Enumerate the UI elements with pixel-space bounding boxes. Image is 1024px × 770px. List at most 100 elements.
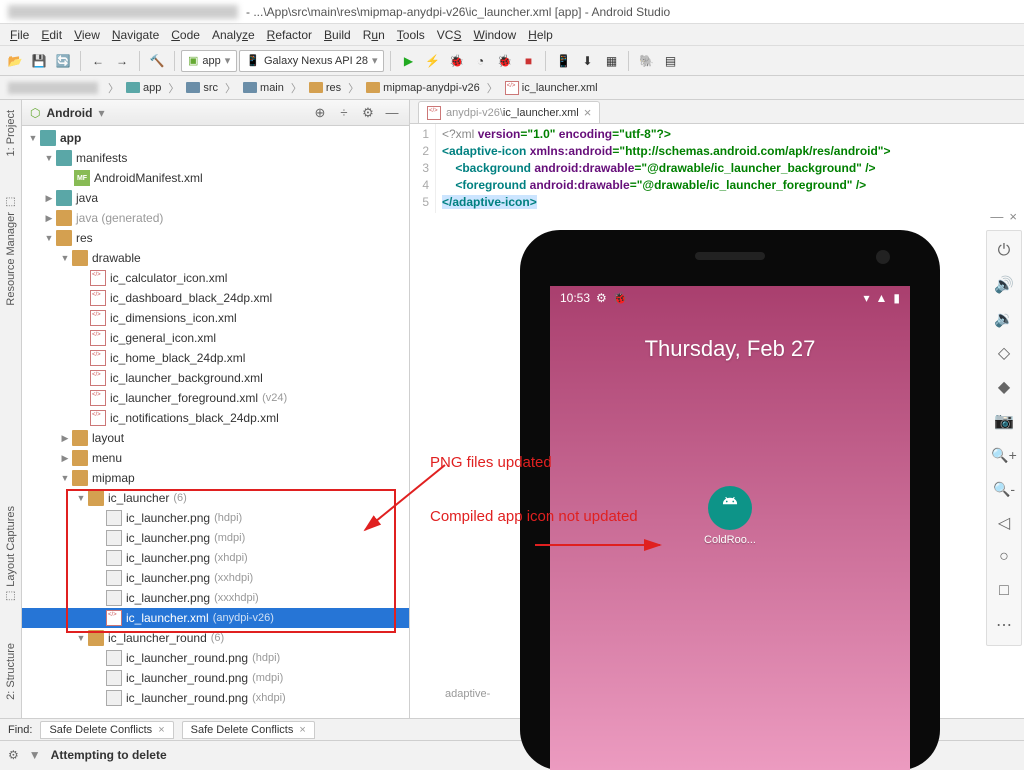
bc-app[interactable]: app	[123, 81, 164, 95]
stop-icon[interactable]: ■	[517, 50, 539, 72]
tree-drawable-file[interactable]: ic_calculator_icon.xml	[22, 268, 409, 288]
menu-run[interactable]: Run	[359, 26, 389, 44]
layout-inspector-icon[interactable]: ▦	[600, 50, 622, 72]
back-icon[interactable]: ←	[87, 50, 109, 72]
tree-launcher-file[interactable]: ic_launcher.png(xhdpi)	[22, 548, 409, 568]
bottom-tab-2[interactable]: Safe Delete Conflicts×	[182, 721, 315, 739]
tree-launcher-file[interactable]: ic_launcher.png(mdpi)	[22, 528, 409, 548]
menu-vcs[interactable]: VCS	[433, 26, 466, 44]
tree-drawable-file[interactable]: ic_launcher_foreground.xml(v24)	[22, 388, 409, 408]
device-combo[interactable]: 📱Galaxy Nexus API 28▾	[239, 50, 384, 72]
zoom-out-icon[interactable]: 🔍-	[990, 475, 1018, 503]
tree-mipmap[interactable]: ▼mipmap	[22, 468, 409, 488]
tree-app[interactable]: ▼app	[22, 128, 409, 148]
run-config-combo[interactable]: ▣app▾	[181, 50, 237, 72]
build-icon[interactable]: 🔨	[146, 50, 168, 72]
tree-round-file[interactable]: ic_launcher_round.png(xhdpi)	[22, 688, 409, 708]
tree-drawable-file[interactable]: ic_dimensions_icon.xml	[22, 308, 409, 328]
tree-drawable-file[interactable]: ic_dashboard_black_24dp.xml	[22, 288, 409, 308]
home-nav-icon[interactable]: ○	[990, 543, 1018, 571]
tree-launcher-file[interactable]: ic_launcher.png(hdpi)	[22, 508, 409, 528]
gear-icon[interactable]: ⚙	[359, 104, 377, 122]
bc-main[interactable]: main	[240, 81, 287, 95]
panel-mode[interactable]: Android	[46, 106, 92, 120]
run-icon[interactable]: ▶	[397, 50, 419, 72]
attach-icon[interactable]: 🐞	[493, 50, 515, 72]
save-icon[interactable]: 💾	[28, 50, 50, 72]
tree-res[interactable]: ▼res	[22, 228, 409, 248]
sync-icon[interactable]: 🔄	[52, 50, 74, 72]
bc-res[interactable]: res	[306, 81, 344, 95]
tree-drawable-file[interactable]: ic_general_icon.xml	[22, 328, 409, 348]
menu-build[interactable]: Build	[320, 26, 355, 44]
power-icon[interactable]: ⏻	[990, 237, 1018, 265]
tree-launcher-file[interactable]: ic_launcher.png(xxhdpi)	[22, 568, 409, 588]
structure-icon[interactable]: ▤	[659, 50, 681, 72]
bc-file[interactable]: ic_launcher.xml	[502, 80, 601, 96]
code-body[interactable]: <?xml version="1.0" encoding="utf-8"?> <…	[436, 124, 1024, 213]
apply-changes-icon[interactable]: ⚡	[421, 50, 443, 72]
tree-drawable[interactable]: ▼drawable	[22, 248, 409, 268]
collapse-icon[interactable]: ÷	[335, 104, 353, 122]
menu-edit[interactable]: Edit	[37, 26, 66, 44]
home-app-icon[interactable]: ColdRoo...	[704, 486, 756, 546]
close-icon[interactable]: ×	[1009, 209, 1017, 224]
profile-icon[interactable]: ◔	[469, 50, 491, 72]
tree-round-file[interactable]: ic_launcher_round.png(hdpi)	[22, 648, 409, 668]
bc-mipmap[interactable]: mipmap-anydpi-v26	[363, 81, 483, 95]
forward-icon[interactable]: →	[111, 50, 133, 72]
tree-launcher-xml-selected[interactable]: ic_launcher.xml(anydpi-v26)	[22, 608, 409, 628]
hide-icon[interactable]: —	[383, 104, 401, 122]
project-tab[interactable]: 1: Project	[5, 110, 17, 156]
tree-java-gen[interactable]: ▶java (generated)	[22, 208, 409, 228]
phone-screen[interactable]: 10:53 ⚙ 🐞 ▾ ▲ ▮ Thursday, Feb 27 ColdRoo…	[550, 286, 910, 770]
zoom-in-icon[interactable]: 🔍+	[990, 441, 1018, 469]
tree-manifest-file[interactable]: MFAndroidManifest.xml	[22, 168, 409, 188]
code-editor[interactable]: 12345 <?xml version="1.0" encoding="utf-…	[410, 124, 1024, 213]
volume-up-icon[interactable]: 🔊	[990, 271, 1018, 299]
tree-manifests[interactable]: ▼manifests	[22, 148, 409, 168]
structure-tab[interactable]: 2: Structure	[5, 643, 17, 700]
menu-code[interactable]: Code	[167, 26, 204, 44]
layout-captures-tab[interactable]: ⬚ Layout Captures	[4, 506, 17, 603]
tree-menu[interactable]: ▶menu	[22, 448, 409, 468]
target-icon[interactable]: ⊕	[311, 104, 329, 122]
tree-drawable-file[interactable]: ic_home_black_24dp.xml	[22, 348, 409, 368]
menu-tools[interactable]: Tools	[393, 26, 429, 44]
menu-window[interactable]: Window	[469, 26, 520, 44]
debug-icon[interactable]: 🐞	[445, 50, 467, 72]
tree-drawable-file[interactable]: ic_launcher_background.xml	[22, 368, 409, 388]
menu-refactor[interactable]: Refactor	[263, 26, 316, 44]
avd-icon[interactable]: 📱	[552, 50, 574, 72]
resource-manager-tab[interactable]: Resource Manager ⬚	[4, 196, 17, 306]
tree-drawable-file[interactable]: ic_notifications_black_24dp.xml	[22, 408, 409, 428]
open-icon[interactable]: 📂	[4, 50, 26, 72]
close-tab-icon[interactable]: ×	[584, 105, 592, 120]
tree-layout[interactable]: ▶layout	[22, 428, 409, 448]
find-gear-icon[interactable]: ⚙	[8, 748, 19, 762]
menu-view[interactable]: View	[70, 26, 104, 44]
bc-src[interactable]: src	[183, 81, 221, 95]
tree-java[interactable]: ▶java	[22, 188, 409, 208]
menu-help[interactable]: Help	[524, 26, 557, 44]
sdk-icon[interactable]: ⬇	[576, 50, 598, 72]
more-icon[interactable]: ⋯	[990, 611, 1018, 639]
tree-round-file[interactable]: ic_launcher_round.png(mdpi)	[22, 668, 409, 688]
minimize-icon[interactable]: —	[990, 209, 1003, 224]
volume-down-icon[interactable]: 🔉	[990, 305, 1018, 333]
tree-ic-launcher[interactable]: ▼ic_launcher(6)	[22, 488, 409, 508]
gradle-icon[interactable]: 🐘	[635, 50, 657, 72]
editor-tab-ic-launcher[interactable]: anydpi-v26\ic_launcher.xml ×	[418, 101, 600, 123]
menu-file[interactable]: File	[6, 26, 33, 44]
back-nav-icon[interactable]: ◁	[990, 509, 1018, 537]
bottom-tab-1[interactable]: Safe Delete Conflicts×	[40, 721, 173, 739]
menu-analyze[interactable]: Analyze	[208, 26, 259, 44]
project-tree[interactable]: ▼app ▼manifests MFAndroidManifest.xml ▶j…	[22, 126, 409, 718]
camera-icon[interactable]: 📷	[990, 407, 1018, 435]
find-filter-icon[interactable]: ▼	[29, 748, 41, 762]
tree-launcher-file[interactable]: ic_launcher.png(xxxhdpi)	[22, 588, 409, 608]
menu-navigate[interactable]: Navigate	[108, 26, 163, 44]
overview-nav-icon[interactable]: □	[990, 577, 1018, 605]
tree-ic-launcher-round[interactable]: ▼ic_launcher_round(6)	[22, 628, 409, 648]
rotate-left-icon[interactable]: ◇	[990, 339, 1018, 367]
